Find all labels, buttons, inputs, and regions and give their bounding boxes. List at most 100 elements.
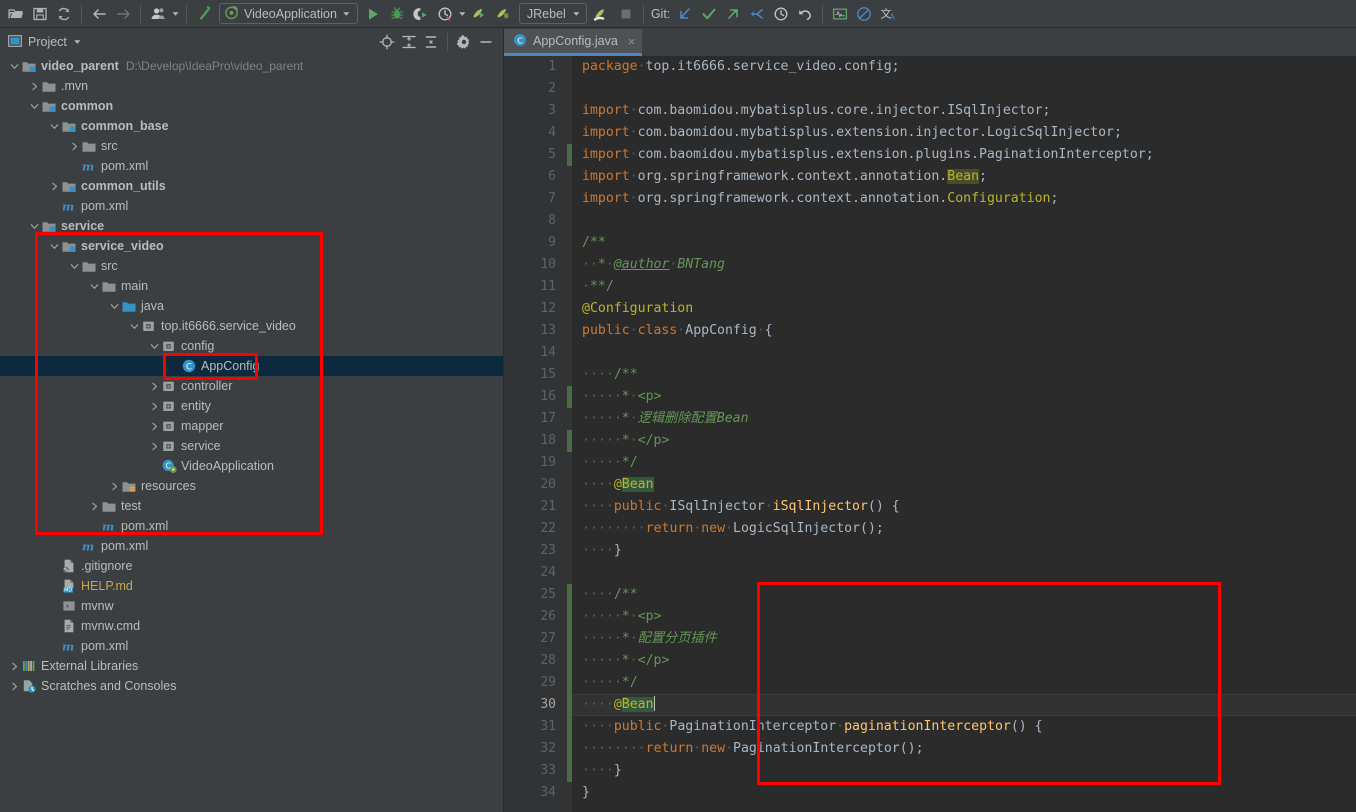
no-entry-icon[interactable]: [852, 3, 876, 25]
code-line[interactable]: package·top.it6666.service_video.config;: [572, 56, 1356, 78]
settings-gear-icon[interactable]: [453, 31, 475, 53]
tree-row-java[interactable]: java: [0, 296, 503, 316]
code-line[interactable]: [572, 342, 1356, 364]
chevron-right-icon[interactable]: [88, 496, 101, 516]
profiler-icon[interactable]: [433, 3, 457, 25]
code-line[interactable]: ·**/: [572, 276, 1356, 298]
git-rollback-icon[interactable]: [793, 3, 817, 25]
tree-row-src[interactable]: src: [0, 136, 503, 156]
code-line[interactable]: ·····*/: [572, 672, 1356, 694]
code-line[interactable]: public·class·AppConfig·{: [572, 320, 1356, 342]
chevron-down-icon[interactable]: [28, 216, 41, 236]
tree-row-service[interactable]: service: [0, 436, 503, 456]
tree-row-mvnw-cmd[interactable]: mvnw.cmd: [0, 616, 503, 636]
tree-row-top-it6666-service-video[interactable]: top.it6666.service_video: [0, 316, 503, 336]
code-line[interactable]: import·com.baomidou.mybatisplus.core.inj…: [572, 100, 1356, 122]
git-pull-request-icon[interactable]: [745, 3, 769, 25]
chevron-down-icon[interactable]: [68, 256, 81, 276]
profiler-caret-icon[interactable]: [457, 4, 468, 24]
tree-row-pom-xml[interactable]: m pom.xml: [0, 636, 503, 656]
code-line[interactable]: ····public·ISqlInjector·iSqlInjector() {: [572, 496, 1356, 518]
tree-row-controller[interactable]: controller: [0, 376, 503, 396]
code-line[interactable]: import·com.baomidou.mybatisplus.extensio…: [572, 122, 1356, 144]
monitor-icon[interactable]: [828, 3, 852, 25]
open-folder-icon[interactable]: [4, 3, 28, 25]
code-line[interactable]: import·com.baomidou.mybatisplus.extensio…: [572, 144, 1356, 166]
chevron-down-icon[interactable]: [48, 116, 61, 136]
chevron-down-icon[interactable]: [73, 35, 82, 49]
chevron-down-icon[interactable]: [128, 316, 141, 336]
save-all-icon[interactable]: [28, 3, 52, 25]
code-line[interactable]: ········return·new·LogicSqlInjector();: [572, 518, 1356, 540]
tree-row-mapper[interactable]: mapper: [0, 416, 503, 436]
code-line[interactable]: ····}: [572, 540, 1356, 562]
code-line[interactable]: ·····*·</p>: [572, 430, 1356, 452]
git-push-icon[interactable]: [721, 3, 745, 25]
code-line[interactable]: ··*·@author·BNTang: [572, 254, 1356, 276]
tree-row-service-video[interactable]: service_video: [0, 236, 503, 256]
tree-row-pom-xml[interactable]: m pom.xml: [0, 536, 503, 556]
code-line[interactable]: ····/**: [572, 364, 1356, 386]
project-title-button[interactable]: Project: [8, 34, 82, 51]
run-configuration-selector[interactable]: VideoApplication: [219, 3, 358, 24]
chevron-down-icon[interactable]: [48, 236, 61, 256]
code-line[interactable]: [572, 210, 1356, 232]
code-line[interactable]: }: [572, 782, 1356, 804]
profile-caret-icon[interactable]: [170, 4, 181, 24]
code-line[interactable]: ····}: [572, 760, 1356, 782]
locate-icon[interactable]: [376, 31, 398, 53]
profile-icon[interactable]: [146, 3, 170, 25]
jrebel-debug-icon[interactable]: [492, 3, 516, 25]
chevron-down-icon[interactable]: [28, 96, 41, 116]
tab-appconfig-java[interactable]: C AppConfig.java ×: [504, 29, 643, 56]
chevron-right-icon[interactable]: [48, 176, 61, 196]
tree-row-pom-xml[interactable]: m pom.xml: [0, 516, 503, 536]
chevron-right-icon[interactable]: [108, 476, 121, 496]
chevron-down-icon[interactable]: [148, 336, 161, 356]
tree-row-test[interactable]: test: [0, 496, 503, 516]
chevron-right-icon[interactable]: [148, 416, 161, 436]
git-commit-icon[interactable]: [697, 3, 721, 25]
code-line[interactable]: ·····*·逻辑删除配置Bean: [572, 408, 1356, 430]
chevron-right-icon[interactable]: [148, 376, 161, 396]
code-line[interactable]: @Configuration: [572, 298, 1356, 320]
tree-row-entity[interactable]: entity: [0, 396, 503, 416]
tree-row-appconfig[interactable]: C AppConfig: [0, 356, 503, 376]
tree-row-external-libraries[interactable]: External Libraries: [0, 656, 503, 676]
update-project-icon[interactable]: [192, 3, 216, 25]
tree-row-scratches-and-consoles[interactable]: Scratches and Consoles: [0, 676, 503, 696]
tree-row-service[interactable]: service: [0, 216, 503, 236]
code-line[interactable]: import·org.springframework.context.annot…: [572, 166, 1356, 188]
code-text-column[interactable]: package·top.it6666.service_video.config;…: [572, 56, 1356, 812]
code-line[interactable]: ····/**: [572, 584, 1356, 606]
code-line[interactable]: ·····*/: [572, 452, 1356, 474]
code-line[interactable]: [572, 562, 1356, 584]
code-line[interactable]: /**: [572, 232, 1356, 254]
close-icon[interactable]: ×: [628, 34, 636, 49]
code-line[interactable]: ·····*·配置分页插件: [572, 628, 1356, 650]
project-tree[interactable]: video_parent D:\Develop\IdeaPro\video_par…: [0, 56, 503, 812]
back-arrow-icon[interactable]: [87, 3, 111, 25]
jrebel-selector[interactable]: JRebel: [518, 3, 587, 24]
sync-icon[interactable]: [52, 3, 76, 25]
chevron-down-icon[interactable]: [342, 7, 351, 21]
tree-row-common-utils[interactable]: common_utils: [0, 176, 503, 196]
git-history-icon[interactable]: [769, 3, 793, 25]
jrebel-run-icon[interactable]: [468, 3, 492, 25]
tree-row-gitignore[interactable]: .gitignore: [0, 556, 503, 576]
tree-row-resources[interactable]: resources: [0, 476, 503, 496]
chevron-down-icon[interactable]: [88, 276, 101, 296]
code-line[interactable]: ·····*·</p>: [572, 650, 1356, 672]
chevron-down-icon[interactable]: [8, 56, 21, 76]
code-line[interactable]: ········return·new·PaginationInterceptor…: [572, 738, 1356, 760]
tree-row-mvnw[interactable]: mvnw: [0, 596, 503, 616]
code-line[interactable]: import·org.springframework.context.annot…: [572, 188, 1356, 210]
chevron-right-icon[interactable]: [8, 676, 21, 696]
tree-row-video-parent[interactable]: video_parent D:\Develop\IdeaPro\video_par…: [0, 56, 503, 76]
forward-arrow-icon[interactable]: [111, 3, 135, 25]
chevron-down-icon[interactable]: [572, 7, 581, 21]
tree-row-pom-xml[interactable]: m pom.xml: [0, 156, 503, 176]
tree-row-pom-xml[interactable]: m pom.xml: [0, 196, 503, 216]
run-with-coverage-icon[interactable]: [409, 3, 433, 25]
hide-icon[interactable]: [475, 31, 497, 53]
